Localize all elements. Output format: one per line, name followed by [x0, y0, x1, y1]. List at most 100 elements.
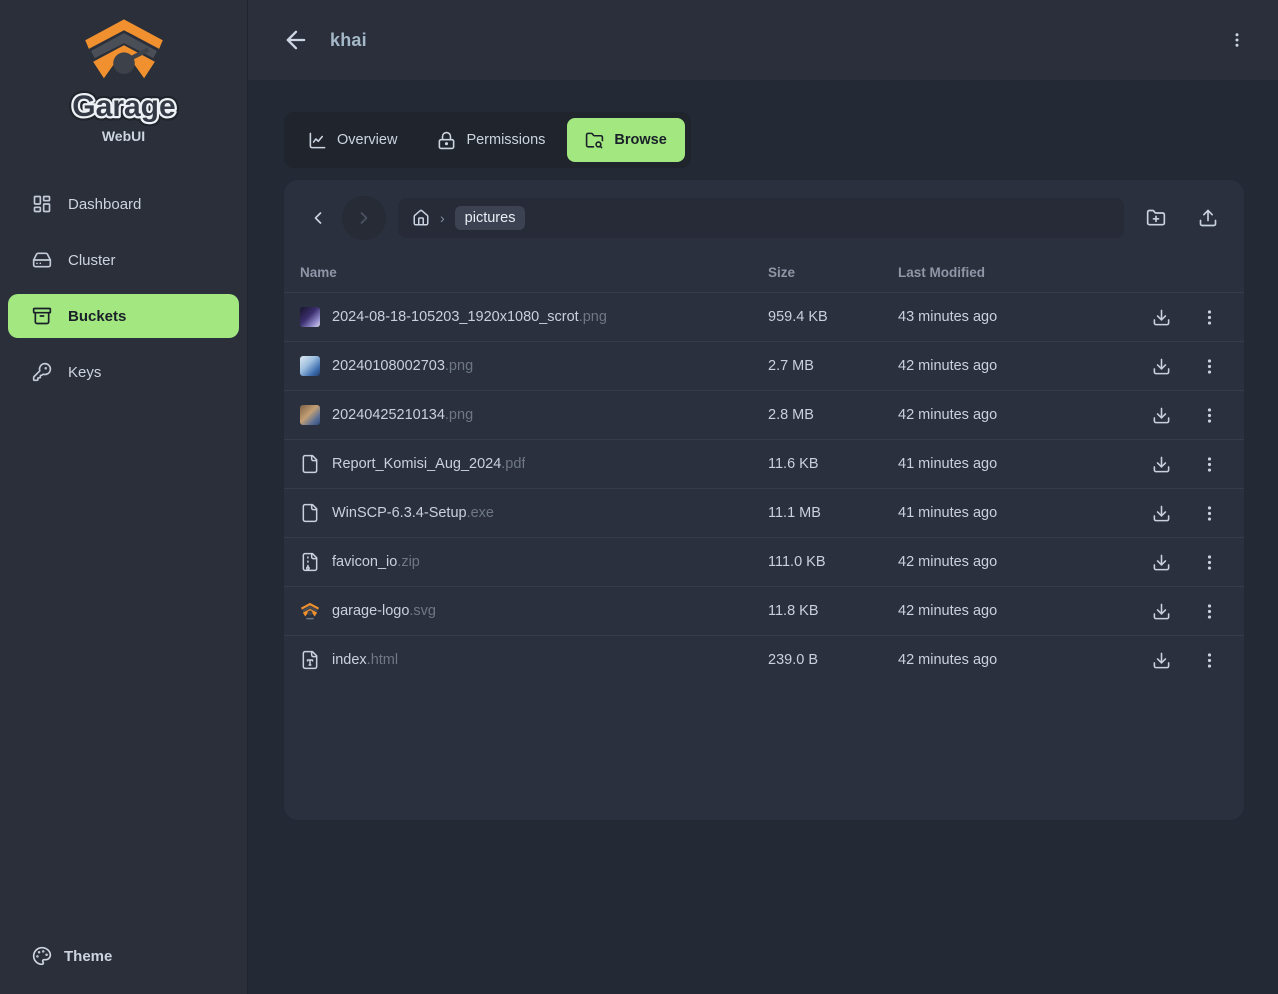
table-header: Name Size Last Modified: [284, 252, 1244, 292]
back-button[interactable]: [282, 26, 310, 54]
download-button[interactable]: [1142, 641, 1180, 679]
theme-label: Theme: [64, 948, 112, 965]
kebab-menu-icon: [1200, 553, 1219, 572]
row-menu-button[interactable]: [1190, 592, 1228, 630]
row-menu-button[interactable]: [1190, 445, 1228, 483]
column-header-name: Name: [300, 265, 768, 280]
file-modified: 42 minutes ago: [898, 358, 1128, 374]
garage-logo-icon: [80, 18, 168, 84]
sidebar-item-label: Keys: [68, 364, 101, 381]
sidebar-item-buckets[interactable]: Buckets: [8, 294, 239, 338]
file-name[interactable]: index.html: [332, 652, 398, 668]
file-modified: 42 minutes ago: [898, 554, 1128, 570]
svg-text:Garage: Garage: [72, 90, 175, 123]
folder-search-icon: [585, 131, 604, 150]
sidebar-item-keys[interactable]: Keys: [8, 350, 239, 394]
download-button[interactable]: [1142, 445, 1180, 483]
file-name[interactable]: 2024-08-18-105203_1920x1080_scrot.png: [332, 309, 607, 325]
breadcrumb-bar: › pictures: [284, 180, 1244, 252]
table-row[interactable]: garage-logo.svg11.8 KB42 minutes ago: [284, 586, 1244, 635]
nav-back-button[interactable]: [300, 200, 336, 236]
browser-card: › pictures Name Size Last Modified 2024-…: [284, 180, 1244, 820]
download-button[interactable]: [1142, 494, 1180, 532]
chart-line-icon: [308, 131, 327, 150]
bucket-content: Overview Permissions Browse: [248, 80, 1278, 994]
file-html-icon: [300, 650, 320, 670]
download-button[interactable]: [1142, 592, 1180, 630]
file-size: 11.6 KB: [768, 456, 898, 472]
bucket-title: khai: [330, 30, 1204, 51]
theme-button[interactable]: Theme: [8, 938, 136, 974]
table-row[interactable]: Report_Komisi_Aug_2024.pdf 11.6 KB41 minu…: [284, 439, 1244, 488]
download-icon: [1152, 651, 1171, 670]
tab-permissions[interactable]: Permissions: [419, 118, 563, 162]
download-button[interactable]: [1142, 543, 1180, 581]
sidebar-item-dashboard[interactable]: Dashboard: [8, 182, 239, 226]
home-icon[interactable]: [412, 209, 430, 227]
new-folder-button[interactable]: [1136, 198, 1176, 238]
row-menu-button[interactable]: [1190, 347, 1228, 385]
file-name[interactable]: 20240108002703.png: [332, 358, 473, 374]
file-modified: 42 minutes ago: [898, 652, 1128, 668]
file-size: 2.8 MB: [768, 407, 898, 423]
keys-icon: [32, 362, 52, 382]
tab-label: Permissions: [466, 132, 545, 148]
row-menu-button[interactable]: [1190, 298, 1228, 336]
tab-browse[interactable]: Browse: [567, 118, 684, 162]
sidebar-item-label: Cluster: [68, 252, 116, 269]
download-icon: [1152, 553, 1171, 572]
bucket-menu-button[interactable]: [1224, 27, 1250, 53]
file-name[interactable]: garage-logo.svg: [332, 603, 436, 619]
kebab-menu-icon: [1200, 651, 1219, 670]
row-menu-button[interactable]: [1190, 494, 1228, 532]
arrow-left-icon: [282, 26, 310, 54]
kebab-menu-icon: [1200, 406, 1219, 425]
file-name[interactable]: WinSCP-6.3.4-Setup.exe: [332, 505, 494, 521]
file-size: 111.0 KB: [768, 554, 898, 570]
download-icon: [1152, 357, 1171, 376]
table-row[interactable]: 2024-08-18-105203_1920x1080_scrot.png959…: [284, 292, 1244, 341]
file-name[interactable]: favicon_io.zip: [332, 554, 420, 570]
column-header-size: Size: [768, 265, 898, 280]
dashboard-icon: [32, 194, 52, 214]
file-modified: 42 minutes ago: [898, 407, 1128, 423]
kebab-menu-icon: [1200, 357, 1219, 376]
download-button[interactable]: [1142, 347, 1180, 385]
buckets-icon: [32, 306, 52, 326]
nav-forward-button[interactable]: [342, 196, 386, 240]
breadcrumb-segment[interactable]: pictures: [455, 206, 526, 230]
row-menu-button[interactable]: [1190, 543, 1228, 581]
brand-subtitle: WebUI: [102, 128, 145, 144]
brand: Garage Garage Garage WebUI: [0, 0, 247, 154]
download-button[interactable]: [1142, 298, 1180, 336]
main-area: khai Overview Permissions Browse: [248, 0, 1278, 994]
tab-overview[interactable]: Overview: [290, 118, 415, 162]
download-button[interactable]: [1142, 396, 1180, 434]
table-row[interactable]: favicon_io.zip 111.0 KB42 minutes ago: [284, 537, 1244, 586]
download-icon: [1152, 602, 1171, 621]
table-row[interactable]: WinSCP-6.3.4-Setup.exe11.1 MB41 minutes …: [284, 488, 1244, 537]
file-size: 2.7 MB: [768, 358, 898, 374]
table-row[interactable]: 20240108002703.png 2.7 MB42 minutes ago: [284, 341, 1244, 390]
row-menu-button[interactable]: [1190, 641, 1228, 679]
file-zip-icon: [300, 552, 320, 572]
row-menu-button[interactable]: [1190, 396, 1228, 434]
table-row[interactable]: index.html239.0 B42 minutes ago: [284, 635, 1244, 684]
tab-label: Overview: [337, 132, 397, 148]
sidebar-item-label: Buckets: [68, 308, 126, 325]
file-modified: 43 minutes ago: [898, 309, 1128, 325]
file-icon: [300, 503, 320, 523]
folder-plus-icon: [1146, 208, 1166, 228]
upload-button[interactable]: [1188, 198, 1228, 238]
thumbnail-light: [300, 356, 320, 376]
file-list: 2024-08-18-105203_1920x1080_scrot.png959…: [284, 292, 1244, 684]
file-modified: 41 minutes ago: [898, 456, 1128, 472]
sidebar-item-cluster[interactable]: Cluster: [8, 238, 239, 282]
file-icon: [300, 454, 320, 474]
file-name[interactable]: Report_Komisi_Aug_2024.pdf: [332, 456, 525, 472]
table-row[interactable]: 20240425210134.png 2.8 MB42 minutes ago: [284, 390, 1244, 439]
garage-logo-thumbnail: [300, 601, 320, 621]
file-name[interactable]: 20240425210134.png: [332, 407, 473, 423]
kebab-menu-icon: [1200, 504, 1219, 523]
file-modified: 42 minutes ago: [898, 603, 1128, 619]
